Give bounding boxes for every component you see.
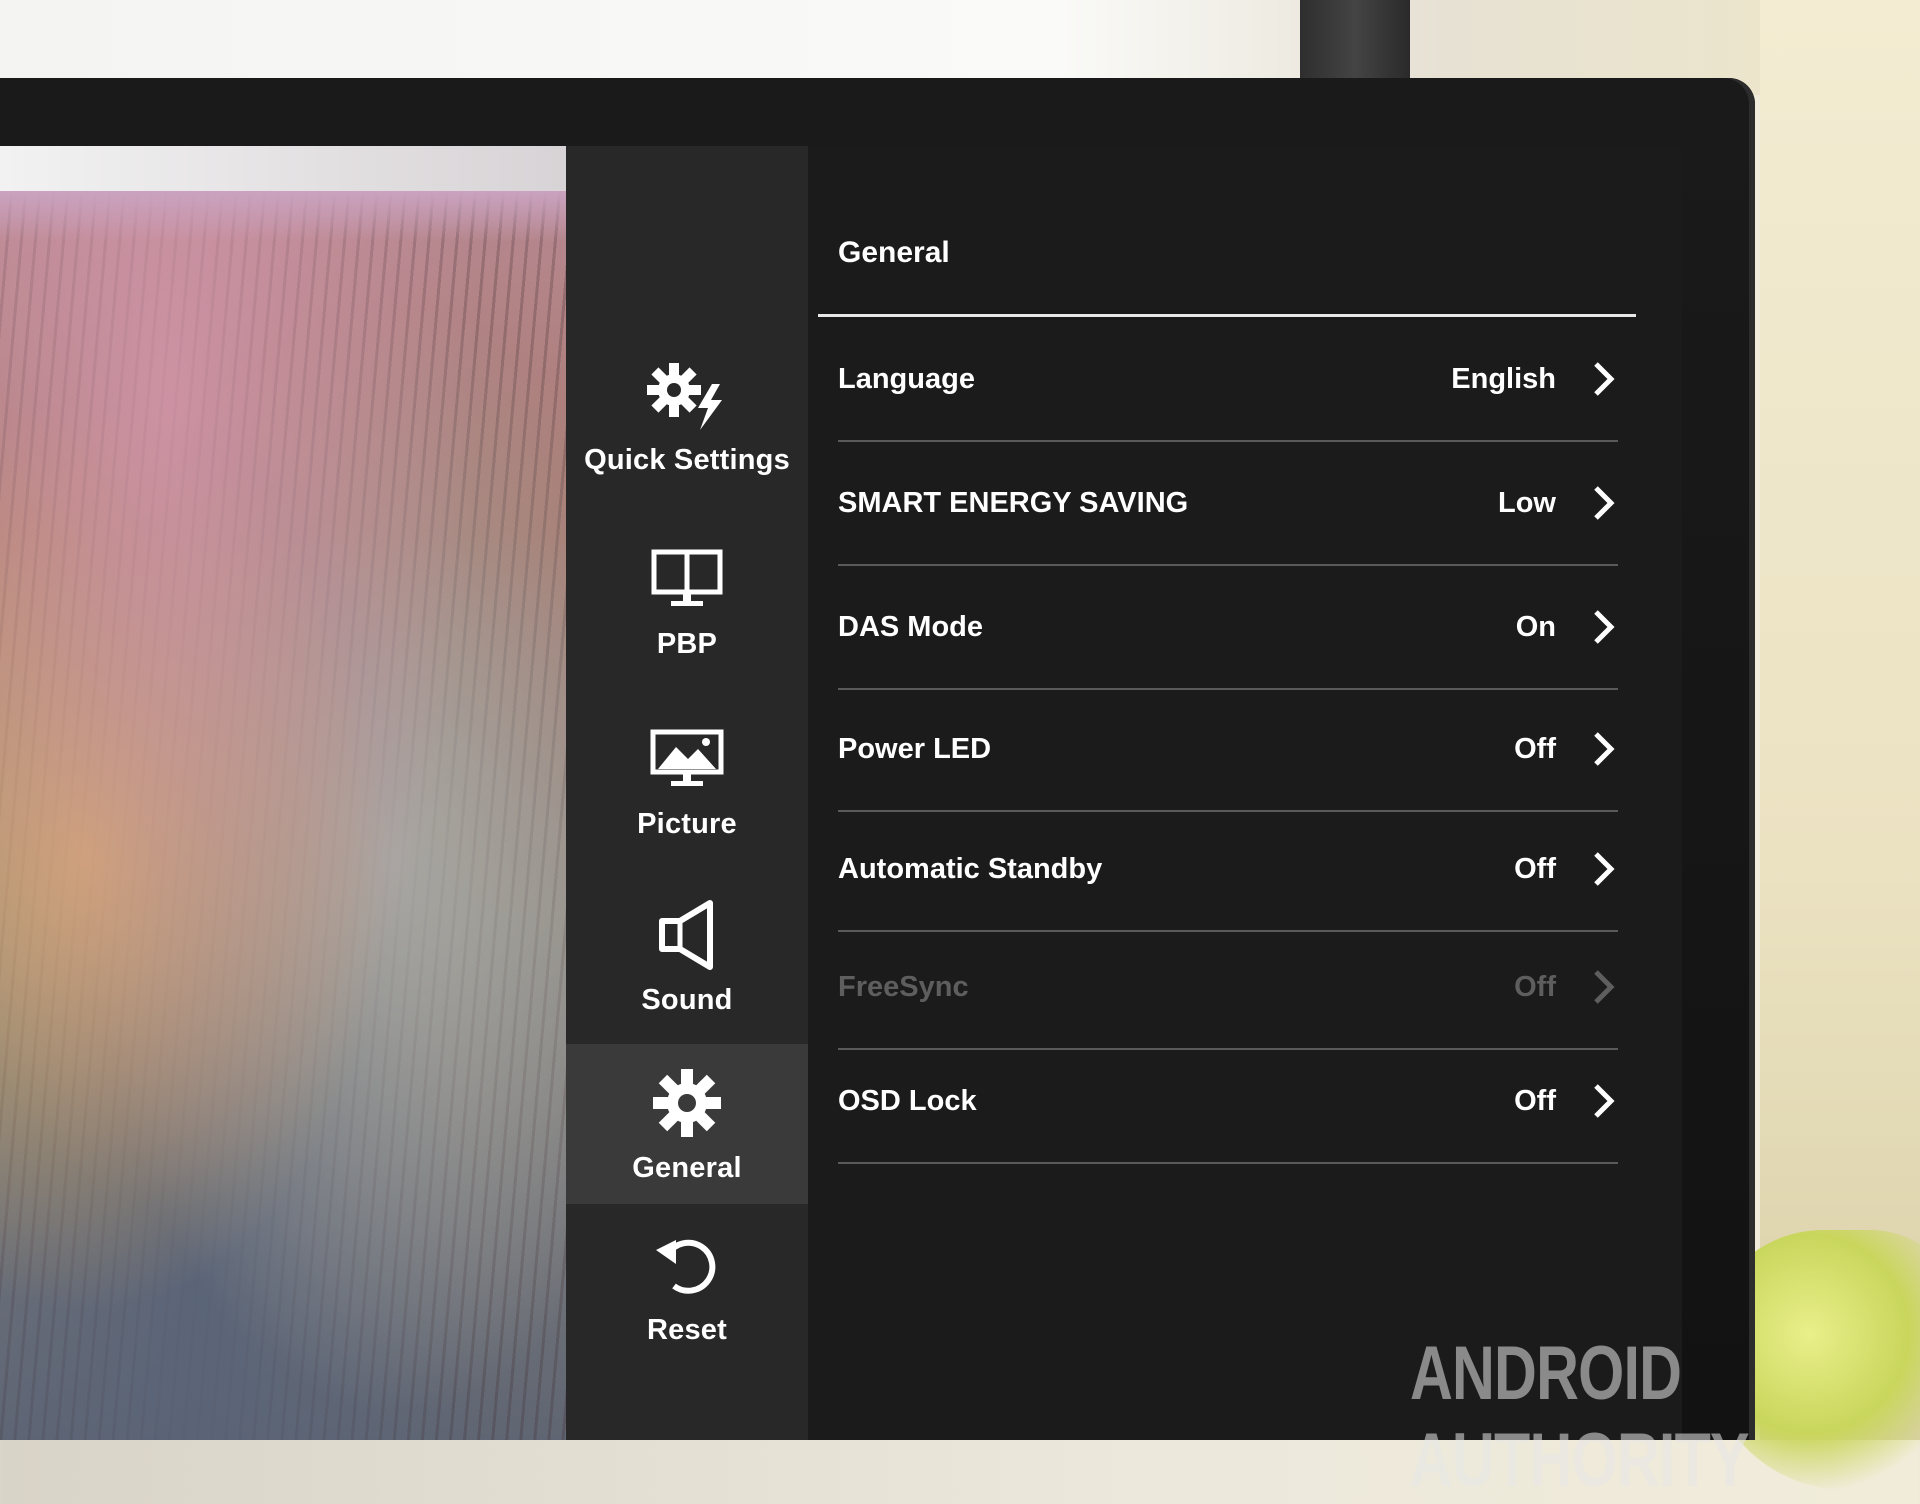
sidebar-item-reset[interactable]: Reset xyxy=(566,1206,808,1366)
setting-row-osd-lock[interactable]: OSD Lock Off xyxy=(838,1040,1618,1164)
sidebar-item-label: General xyxy=(632,1151,742,1184)
setting-row-freesync: FreeSync Off xyxy=(838,926,1618,1050)
setting-value: On xyxy=(1515,610,1556,643)
setting-label: Power LED xyxy=(838,732,992,765)
chevron-right-icon xyxy=(1590,359,1618,399)
setting-label: SMART ENERGY SAVING xyxy=(838,486,1189,519)
setting-row-power-led[interactable]: Power LED Off xyxy=(838,688,1618,812)
pbp-icon xyxy=(642,540,732,618)
setting-value: Off xyxy=(1514,852,1556,885)
sidebar-item-pbp[interactable]: PBP xyxy=(566,520,808,680)
sidebar-item-general[interactable]: General xyxy=(566,1044,808,1204)
sidebar-item-quick-settings[interactable]: Quick Settings xyxy=(566,336,808,496)
chevron-right-icon xyxy=(1590,849,1618,889)
setting-label: OSD Lock xyxy=(838,1084,977,1117)
desktop-wallpaper xyxy=(0,146,566,1440)
sidebar-item-sound[interactable]: Sound xyxy=(566,876,808,1036)
sidebar-item-label: PBP xyxy=(656,627,718,660)
wallpaper-sky xyxy=(0,146,566,191)
page-title: General xyxy=(838,236,950,269)
osd-main-panel: General Language English SMART ENERGY SA… xyxy=(808,146,1682,1440)
sidebar-item-label: Picture xyxy=(637,807,737,840)
setting-row-smart-energy-saving[interactable]: SMART ENERGY SAVING Low xyxy=(838,442,1618,566)
watermark: ANDROID AUTHORITY xyxy=(1410,1331,1750,1503)
sidebar-item-picture[interactable]: Picture xyxy=(566,700,808,860)
setting-value: Off xyxy=(1514,970,1556,1003)
chevron-right-icon xyxy=(1590,483,1618,523)
monitor-screen: Quick Settings PBP Picture Sound General… xyxy=(0,146,1682,1440)
sidebar-item-label: Reset xyxy=(647,1313,727,1346)
sidebar-item-label: Sound xyxy=(641,983,733,1016)
osd-sidebar: Quick Settings PBP Picture Sound General… xyxy=(566,146,808,1440)
setting-value: Off xyxy=(1514,1084,1556,1117)
setting-label: DAS Mode xyxy=(838,610,983,643)
sidebar-item-label: Quick Settings xyxy=(584,443,790,476)
setting-value: Off xyxy=(1514,732,1556,765)
chevron-right-icon xyxy=(1590,729,1618,769)
room-background-right xyxy=(1760,0,1920,1440)
reset-icon xyxy=(642,1226,732,1304)
sound-icon xyxy=(642,896,732,974)
setting-label: FreeSync xyxy=(838,970,969,1003)
setting-row-language[interactable]: Language English xyxy=(838,318,1618,442)
setting-value: Low xyxy=(1498,486,1556,519)
quick-settings-icon xyxy=(642,356,732,434)
picture-icon xyxy=(642,720,732,798)
chevron-right-icon xyxy=(1590,967,1618,1007)
gear-icon xyxy=(642,1064,732,1142)
chevron-right-icon xyxy=(1590,607,1618,647)
setting-label: Automatic Standby xyxy=(838,852,1103,885)
title-divider xyxy=(818,314,1636,317)
wallpaper-sky-glow xyxy=(0,191,566,241)
setting-value: English xyxy=(1451,362,1556,395)
chevron-right-icon xyxy=(1590,1081,1618,1121)
setting-label: Language xyxy=(838,362,975,395)
setting-row-automatic-standby[interactable]: Automatic Standby Off xyxy=(838,808,1618,932)
setting-row-das-mode[interactable]: DAS Mode On xyxy=(838,566,1618,690)
